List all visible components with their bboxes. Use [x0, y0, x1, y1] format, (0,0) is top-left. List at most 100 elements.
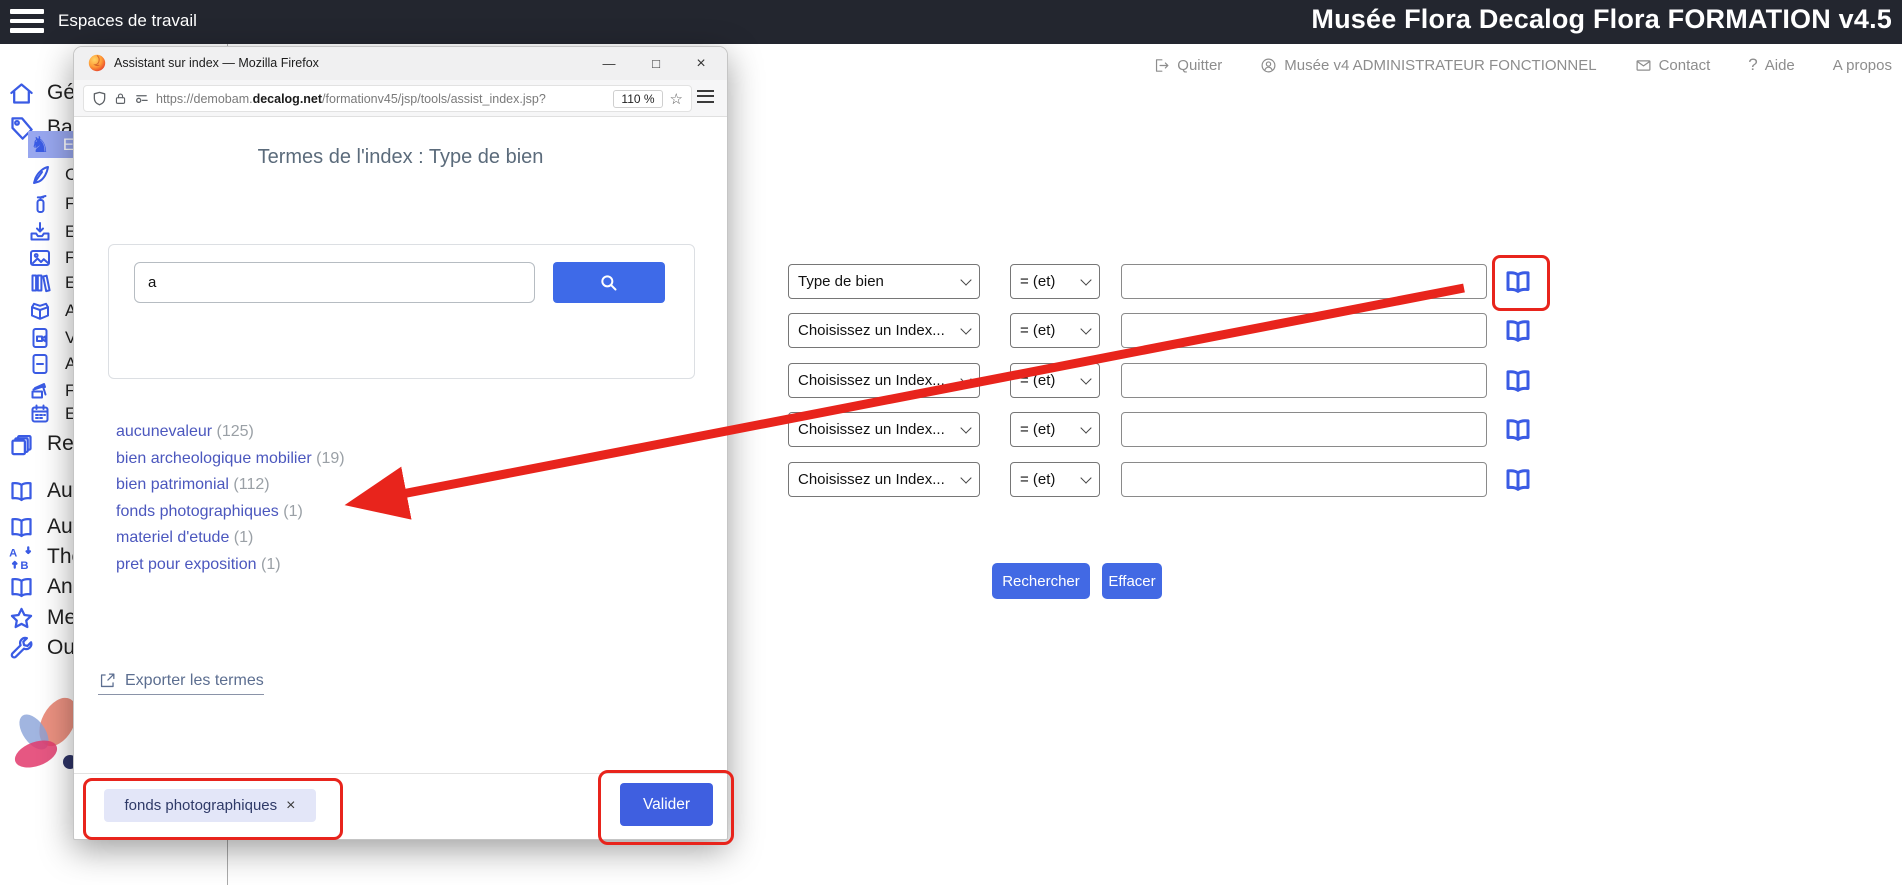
- inbox-import-icon: [28, 220, 52, 244]
- sidebar-border-segment: [227, 840, 228, 885]
- quill-icon: [28, 163, 52, 187]
- rechercher-button[interactable]: Rechercher: [992, 563, 1090, 599]
- header-links: Quitter Musée v4 ADMINISTRATEUR FONCTION…: [1153, 52, 1892, 78]
- index-select-1[interactable]: Type de bien: [788, 264, 980, 299]
- term-search-input[interactable]: [134, 262, 535, 303]
- url-field[interactable]: https://demobam.decalog.net/formationv45…: [83, 85, 692, 112]
- criteria-input-3[interactable]: [1121, 363, 1487, 398]
- star-icon: [8, 605, 35, 632]
- copy-icon: [8, 431, 35, 458]
- apropos-link[interactable]: A propos: [1833, 57, 1892, 74]
- criteria-input-1[interactable]: [1121, 264, 1487, 299]
- export-terms-link[interactable]: Exporter les termes: [98, 671, 264, 695]
- term-item[interactable]: aucunevaleur (125): [116, 419, 345, 446]
- svg-text:B: B: [20, 559, 28, 570]
- selected-term-chip[interactable]: fonds photographiques ×: [104, 789, 316, 822]
- chevron-down-icon: [1080, 274, 1091, 285]
- index-assistant-button-4[interactable]: [1500, 412, 1536, 447]
- operator-select-3[interactable]: = (et): [1010, 363, 1100, 398]
- criteria-input-4[interactable]: [1121, 412, 1487, 447]
- criteria-input-2[interactable]: [1121, 313, 1487, 348]
- browser-menu-icon[interactable]: [697, 90, 715, 106]
- close-button[interactable]: ×: [685, 47, 717, 80]
- index-select-3[interactable]: Choisissez un Index...: [788, 363, 980, 398]
- term-item[interactable]: fonds photographiques (1): [116, 499, 345, 526]
- sidebar-item-outils[interactable]: Out: [8, 633, 81, 663]
- index-select-5[interactable]: Choisissez un Index...: [788, 462, 980, 497]
- contact-label: Contact: [1659, 57, 1711, 74]
- sidebar-subitem[interactable]: E: [28, 400, 76, 427]
- exit-icon: [1153, 57, 1170, 74]
- quitter-link[interactable]: Quitter: [1153, 57, 1222, 74]
- chevron-down-icon: [1080, 472, 1091, 483]
- chip-close-icon[interactable]: ×: [286, 798, 295, 814]
- window-titlebar[interactable]: Assistant sur index — Mozilla Firefox — …: [74, 47, 727, 80]
- url-bar: https://demobam.decalog.net/formationv45…: [74, 80, 727, 117]
- operator-select-4[interactable]: = (et): [1010, 412, 1100, 447]
- sidebar-subitem[interactable]: F: [28, 244, 75, 271]
- sidebar-subitem[interactable]: E: [28, 218, 76, 245]
- term-search-button[interactable]: [553, 262, 665, 303]
- term-item[interactable]: materiel d'etude (1): [116, 525, 345, 552]
- chevron-down-icon: [960, 422, 971, 433]
- image-icon: [28, 246, 52, 270]
- open-book-icon: [1503, 316, 1533, 346]
- sidebar-subitem[interactable]: V: [28, 324, 76, 351]
- aide-link[interactable]: ? Aide: [1748, 55, 1795, 75]
- chevron-down-icon: [960, 373, 971, 384]
- sidebar-item-autorites-1[interactable]: Aut: [8, 476, 79, 506]
- sort-ab-icon: AB: [8, 544, 35, 571]
- bookmark-star-icon[interactable]: ☆: [670, 90, 683, 108]
- index-assistant-button-2[interactable]: [1500, 313, 1536, 348]
- index-select-4[interactable]: Choisissez un Index...: [788, 412, 980, 447]
- sidebar-subitem[interactable]: C: [28, 161, 77, 188]
- chevron-down-icon: [1080, 422, 1091, 433]
- screen: Espaces de travail Musée Flora Decalog F…: [0, 0, 1902, 885]
- apropos-label: A propos: [1833, 57, 1892, 74]
- chevron-down-icon: [960, 472, 971, 483]
- document-icon: [28, 352, 52, 376]
- term-item[interactable]: bien patrimonial (112): [116, 472, 345, 499]
- window-title: Assistant sur index — Mozilla Firefox: [114, 56, 319, 70]
- zoom-level-badge[interactable]: 110 %: [613, 90, 662, 108]
- sidebar-item-general[interactable]: Gé: [8, 78, 75, 108]
- hamburger-menu-icon[interactable]: [10, 9, 46, 35]
- sidebar-subitem[interactable]: A: [28, 350, 76, 377]
- top-app-bar: Espaces de travail Musée Flora Decalog F…: [0, 0, 1902, 44]
- video-file-icon: [28, 326, 52, 350]
- sidebar-item-label: Gé: [47, 81, 75, 105]
- sidebar-item-thesaurus[interactable]: AB The: [8, 542, 83, 572]
- term-item[interactable]: bien archeologique mobilier (19): [116, 446, 345, 473]
- svg-text:A: A: [9, 547, 17, 559]
- index-select-2[interactable]: Choisissez un Index...: [788, 313, 980, 348]
- effacer-button[interactable]: Effacer: [1102, 563, 1162, 599]
- sidebar-subitem[interactable]: F: [28, 190, 75, 217]
- operator-select-2[interactable]: = (et): [1010, 313, 1100, 348]
- search-icon: [599, 273, 619, 293]
- user-badge[interactable]: Musée v4 ADMINISTRATEUR FONCTIONNEL: [1260, 57, 1596, 74]
- sidebar-subitem[interactable]: A: [28, 297, 76, 324]
- term-item[interactable]: pret pour exposition (1): [116, 552, 345, 579]
- index-assistant-button-1[interactable]: [1500, 264, 1536, 299]
- user-label: Musée v4 ADMINISTRATEUR FONCTIONNEL: [1284, 57, 1596, 74]
- criteria-input-5[interactable]: [1121, 462, 1487, 497]
- contact-link[interactable]: Contact: [1635, 57, 1711, 74]
- envelope-icon: [1635, 57, 1652, 74]
- lock-icon: [114, 92, 127, 105]
- maximize-button[interactable]: □: [640, 47, 672, 80]
- valider-button[interactable]: Valider: [620, 783, 713, 826]
- sidebar-subitem[interactable]: E: [28, 269, 76, 296]
- open-book-icon: [1503, 366, 1533, 396]
- minimize-button[interactable]: —: [593, 47, 625, 80]
- permissions-icon: [134, 92, 149, 105]
- question-icon: ?: [1748, 55, 1757, 75]
- chevron-down-icon: [960, 323, 971, 334]
- open-book-icon: [1503, 267, 1533, 297]
- index-assistant-button-5[interactable]: [1500, 462, 1536, 497]
- term-list: aucunevaleur (125) bien archeologique mo…: [116, 419, 345, 578]
- operator-select-1[interactable]: = (et): [1010, 264, 1100, 299]
- index-assistant-button-3[interactable]: [1500, 363, 1536, 398]
- sidebar-item-autorites-2[interactable]: Aut: [8, 512, 79, 542]
- operator-select-5[interactable]: = (et): [1010, 462, 1100, 497]
- workspace-title: Espaces de travail: [58, 11, 197, 31]
